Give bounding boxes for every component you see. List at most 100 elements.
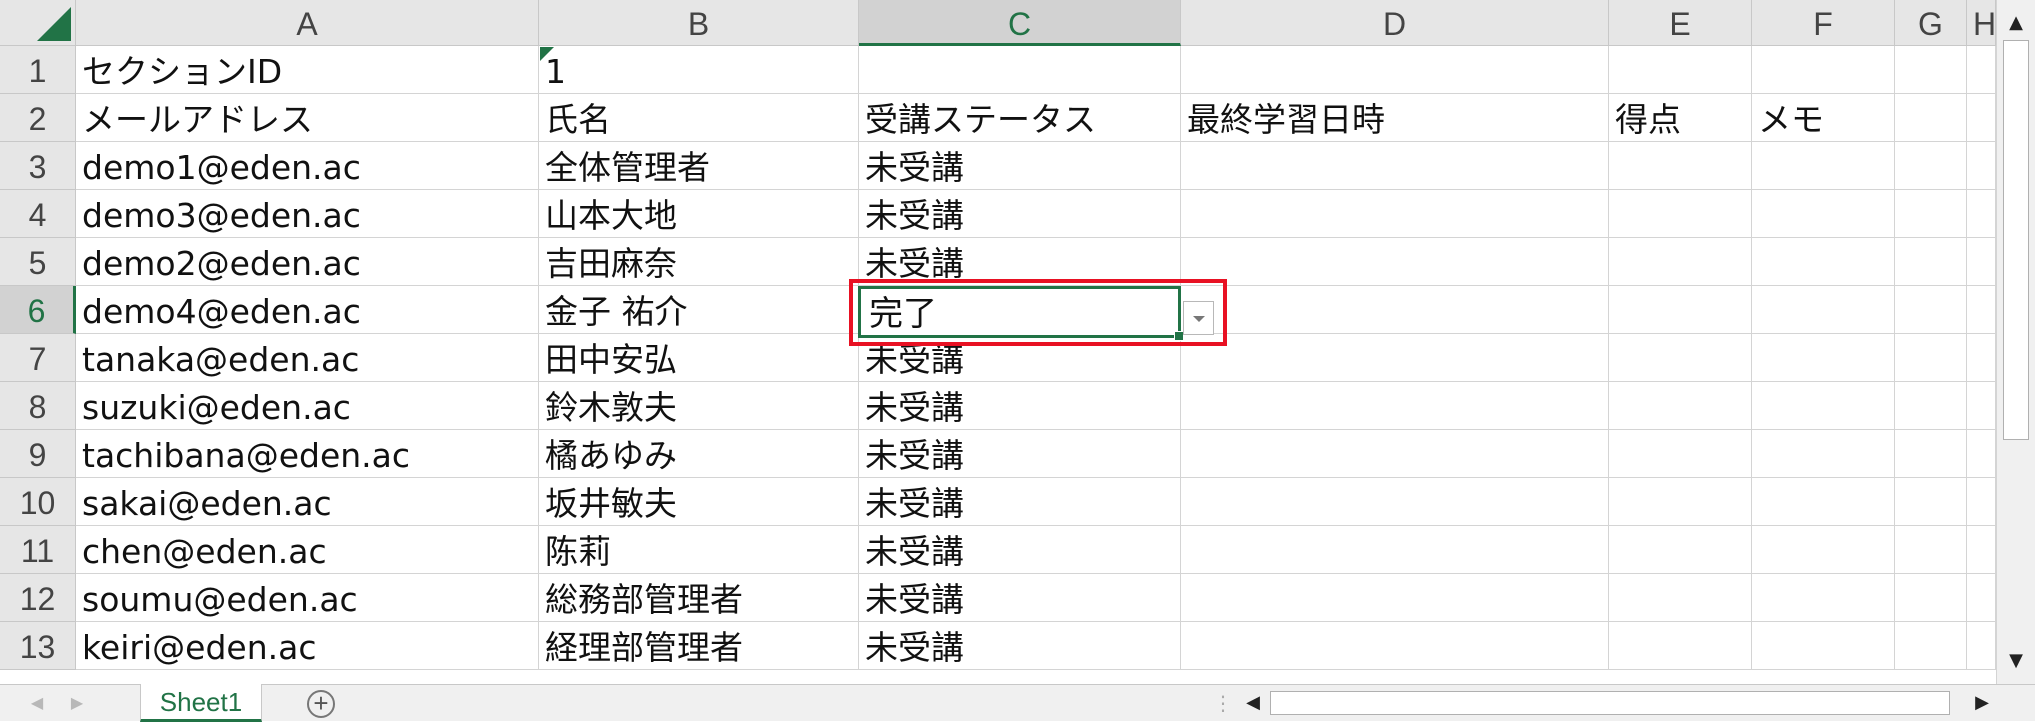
- cell-a6[interactable]: demo4@eden.ac: [76, 286, 539, 334]
- cell-c3[interactable]: 未受講: [859, 142, 1181, 190]
- cell-f8[interactable]: [1752, 382, 1895, 430]
- row-header-2[interactable]: 2: [0, 94, 76, 142]
- cell-e11[interactable]: [1609, 526, 1752, 574]
- cell-e2[interactable]: 得点: [1609, 94, 1752, 142]
- cell-c8[interactable]: 未受講: [859, 382, 1181, 430]
- cell-a1[interactable]: セクションID: [76, 46, 539, 94]
- scroll-left-icon[interactable]: ◀: [1240, 687, 1266, 719]
- cell-d13[interactable]: [1181, 622, 1609, 670]
- row-header-13[interactable]: 13: [0, 622, 76, 670]
- horizontal-scrollbar[interactable]: ◀ ▶: [1240, 687, 1995, 719]
- vertical-scrollbar[interactable]: ▲ ▼: [1996, 0, 2035, 684]
- cell-g4[interactable]: [1895, 190, 1967, 238]
- cell-g8[interactable]: [1895, 382, 1967, 430]
- sheet-tab-sheet1[interactable]: Sheet1: [140, 684, 262, 722]
- cell-b12[interactable]: 総務部管理者: [539, 574, 859, 622]
- cell-e9[interactable]: [1609, 430, 1752, 478]
- cell-g9[interactable]: [1895, 430, 1967, 478]
- cell-e6[interactable]: [1609, 286, 1752, 334]
- row-header-11[interactable]: 11: [0, 526, 76, 574]
- cell-b5[interactable]: 吉田麻奈: [539, 238, 859, 286]
- cell-f11[interactable]: [1752, 526, 1895, 574]
- column-header-f[interactable]: F: [1752, 0, 1895, 46]
- horizontal-scroll-thumb[interactable]: [1270, 691, 1950, 715]
- cell-c1[interactable]: [859, 46, 1181, 94]
- cell-f9[interactable]: [1752, 430, 1895, 478]
- cell-h2[interactable]: [1967, 94, 1996, 142]
- cell-h6[interactable]: [1967, 286, 1996, 334]
- cell-d7[interactable]: [1181, 334, 1609, 382]
- cell-g13[interactable]: [1895, 622, 1967, 670]
- row-header-6[interactable]: 6: [0, 286, 76, 334]
- cell-f6[interactable]: [1752, 286, 1895, 334]
- cell-a2[interactable]: メールアドレス: [76, 94, 539, 142]
- cell-h10[interactable]: [1967, 478, 1996, 526]
- cell-g6[interactable]: [1895, 286, 1967, 334]
- cell-a3[interactable]: demo1@eden.ac: [76, 142, 539, 190]
- cell-e12[interactable]: [1609, 574, 1752, 622]
- cell-a8[interactable]: suzuki@eden.ac: [76, 382, 539, 430]
- scroll-up-icon[interactable]: ▲: [2001, 8, 2031, 38]
- cell-b9[interactable]: 橘あゆみ: [539, 430, 859, 478]
- cell-a12[interactable]: soumu@eden.ac: [76, 574, 539, 622]
- scroll-down-icon[interactable]: ▼: [2001, 646, 2031, 676]
- select-all-corner[interactable]: [0, 0, 76, 46]
- tab-splitter-icon[interactable]: ⋮: [1213, 693, 1233, 713]
- cell-f5[interactable]: [1752, 238, 1895, 286]
- cell-e1[interactable]: [1609, 46, 1752, 94]
- cell-h12[interactable]: [1967, 574, 1996, 622]
- cell-a11[interactable]: chen@eden.ac: [76, 526, 539, 574]
- cell-g7[interactable]: [1895, 334, 1967, 382]
- cell-h4[interactable]: [1967, 190, 1996, 238]
- row-header-1[interactable]: 1: [0, 46, 76, 94]
- cell-c10[interactable]: 未受講: [859, 478, 1181, 526]
- cell-h8[interactable]: [1967, 382, 1996, 430]
- add-sheet-icon[interactable]: +: [307, 690, 335, 718]
- cell-f1[interactable]: [1752, 46, 1895, 94]
- cell-g5[interactable]: [1895, 238, 1967, 286]
- cell-h7[interactable]: [1967, 334, 1996, 382]
- cell-e13[interactable]: [1609, 622, 1752, 670]
- cell-f13[interactable]: [1752, 622, 1895, 670]
- cell-d1[interactable]: [1181, 46, 1609, 94]
- cell-g12[interactable]: [1895, 574, 1967, 622]
- row-header-10[interactable]: 10: [0, 478, 76, 526]
- scroll-right-icon[interactable]: ▶: [1969, 687, 1995, 719]
- cell-b13[interactable]: 経理部管理者: [539, 622, 859, 670]
- cell-h5[interactable]: [1967, 238, 1996, 286]
- column-header-h[interactable]: H: [1967, 0, 1996, 46]
- row-header-12[interactable]: 12: [0, 574, 76, 622]
- cell-f2[interactable]: メモ: [1752, 94, 1895, 142]
- cell-c9[interactable]: 未受講: [859, 430, 1181, 478]
- cell-a13[interactable]: keiri@eden.ac: [76, 622, 539, 670]
- column-header-d[interactable]: D: [1181, 0, 1609, 46]
- cell-d3[interactable]: [1181, 142, 1609, 190]
- next-sheet-icon[interactable]: ▶: [62, 685, 92, 721]
- cell-f4[interactable]: [1752, 190, 1895, 238]
- cell-d10[interactable]: [1181, 478, 1609, 526]
- cell-c4[interactable]: 未受講: [859, 190, 1181, 238]
- cell-h1[interactable]: [1967, 46, 1996, 94]
- cell-e5[interactable]: [1609, 238, 1752, 286]
- cell-g2[interactable]: [1895, 94, 1967, 142]
- cell-d2[interactable]: 最終学習日時: [1181, 94, 1609, 142]
- row-header-9[interactable]: 9: [0, 430, 76, 478]
- cell-e10[interactable]: [1609, 478, 1752, 526]
- cell-b3[interactable]: 全体管理者: [539, 142, 859, 190]
- cell-h9[interactable]: [1967, 430, 1996, 478]
- cell-h13[interactable]: [1967, 622, 1996, 670]
- cell-c2[interactable]: 受講ステータス: [859, 94, 1181, 142]
- row-header-8[interactable]: 8: [0, 382, 76, 430]
- cell-a5[interactable]: demo2@eden.ac: [76, 238, 539, 286]
- row-header-7[interactable]: 7: [0, 334, 76, 382]
- cell-h3[interactable]: [1967, 142, 1996, 190]
- cell-f12[interactable]: [1752, 574, 1895, 622]
- cell-b8[interactable]: 鈴木敦夫: [539, 382, 859, 430]
- column-header-c[interactable]: C: [859, 0, 1181, 46]
- cell-d5[interactable]: [1181, 238, 1609, 286]
- cell-g10[interactable]: [1895, 478, 1967, 526]
- row-header-5[interactable]: 5: [0, 238, 76, 286]
- column-header-g[interactable]: G: [1895, 0, 1967, 46]
- cell-f3[interactable]: [1752, 142, 1895, 190]
- cell-d6[interactable]: [1181, 286, 1609, 334]
